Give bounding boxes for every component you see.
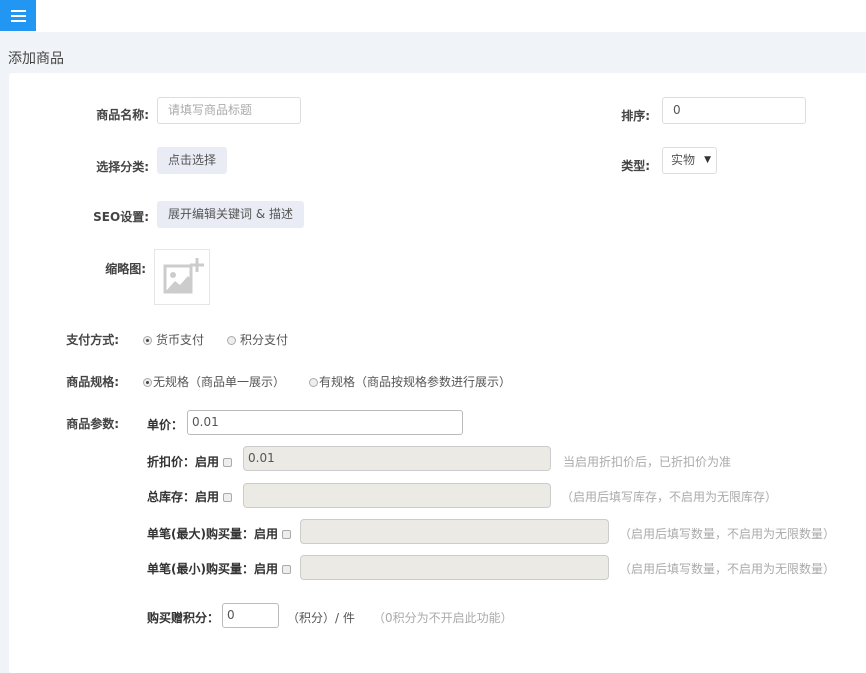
min-buy-input[interactable] <box>300 555 609 580</box>
payment-label: 支付方式: <box>66 333 119 347</box>
payment-option-points[interactable]: 积分支付 <box>227 331 288 348</box>
category-label: 选择分类: <box>96 160 149 174</box>
discount-hint: 当启用折扣价后，已折扣价为准 <box>563 455 732 469</box>
stock-label: 总库存：启用 <box>147 488 233 505</box>
form-card: 商品名称: 请填写商品标题 排序: 0 选择分类: 点击选择 类型: 实物 ▼ S… <box>9 73 866 673</box>
radio[interactable] <box>227 336 236 345</box>
max-buy-checkbox[interactable] <box>281 530 291 539</box>
thumbnail-upload[interactable] <box>154 249 210 305</box>
seo-label: SEO设置: <box>93 210 149 224</box>
points-unit: （积分）/ 件 <box>287 611 355 625</box>
min-buy-hint: （启用后填写数量，不启用为无限数量） <box>619 562 836 576</box>
points-hint: （0积分为不开启此功能） <box>373 611 513 625</box>
stock-checkbox[interactable] <box>223 493 233 502</box>
stock-input[interactable] <box>243 483 551 508</box>
name-input[interactable]: 请填写商品标题 <box>157 97 301 124</box>
thumb-label: 缩略图: <box>105 262 146 276</box>
choose-category-button[interactable]: 点击选择 <box>157 147 228 174</box>
type-value: 实物 <box>671 153 696 167</box>
params-label: 商品参数: <box>66 417 119 431</box>
min-buy-label: 单笔(最小)购买量：启用 <box>147 560 291 577</box>
discount-checkbox[interactable] <box>223 458 233 467</box>
sort-input[interactable]: 0 <box>662 97 806 124</box>
radio-checked[interactable] <box>143 378 152 387</box>
max-buy-hint: （启用后填写数量，不启用为无限数量） <box>619 527 836 541</box>
max-buy-label: 单笔(最大)购买量：启用 <box>147 525 291 542</box>
top-bar <box>0 0 866 32</box>
points-input[interactable]: 0 <box>222 603 279 628</box>
seo-expand-button[interactable]: 展开编辑关键词 & 描述 <box>157 201 304 228</box>
spec-option-multi[interactable]: 有规格（商品按规格参数进行展示） <box>309 373 511 390</box>
radio[interactable] <box>309 378 318 387</box>
radio-checked[interactable] <box>143 336 152 345</box>
spec-label: 商品规格: <box>66 375 119 389</box>
add-image-icon <box>163 258 204 294</box>
price-input[interactable]: 0.01 <box>187 410 463 435</box>
stock-hint: （启用后填写库存，不启用为无限库存） <box>561 490 778 504</box>
min-buy-checkbox[interactable] <box>281 565 291 574</box>
payment-option-currency[interactable]: 货币支付 <box>143 331 204 348</box>
spec-option-none[interactable]: 无规格（商品单一展示） <box>143 373 285 390</box>
points-label: 购买赠积分： <box>147 611 220 625</box>
discount-label: 折扣价：启用 <box>147 453 233 470</box>
name-label: 商品名称: <box>96 108 149 122</box>
page-title: 添加商品 <box>8 51 64 67</box>
price-label: 单价： <box>147 418 184 432</box>
discount-input[interactable]: 0.01 <box>243 446 551 471</box>
chevron-down-icon: ▼ <box>704 155 711 165</box>
hamburger-icon[interactable] <box>0 0 36 31</box>
max-buy-input[interactable] <box>300 519 609 544</box>
type-label: 类型: <box>621 159 650 173</box>
type-select[interactable]: 实物 ▼ <box>662 147 717 174</box>
sort-label: 排序: <box>621 109 650 123</box>
